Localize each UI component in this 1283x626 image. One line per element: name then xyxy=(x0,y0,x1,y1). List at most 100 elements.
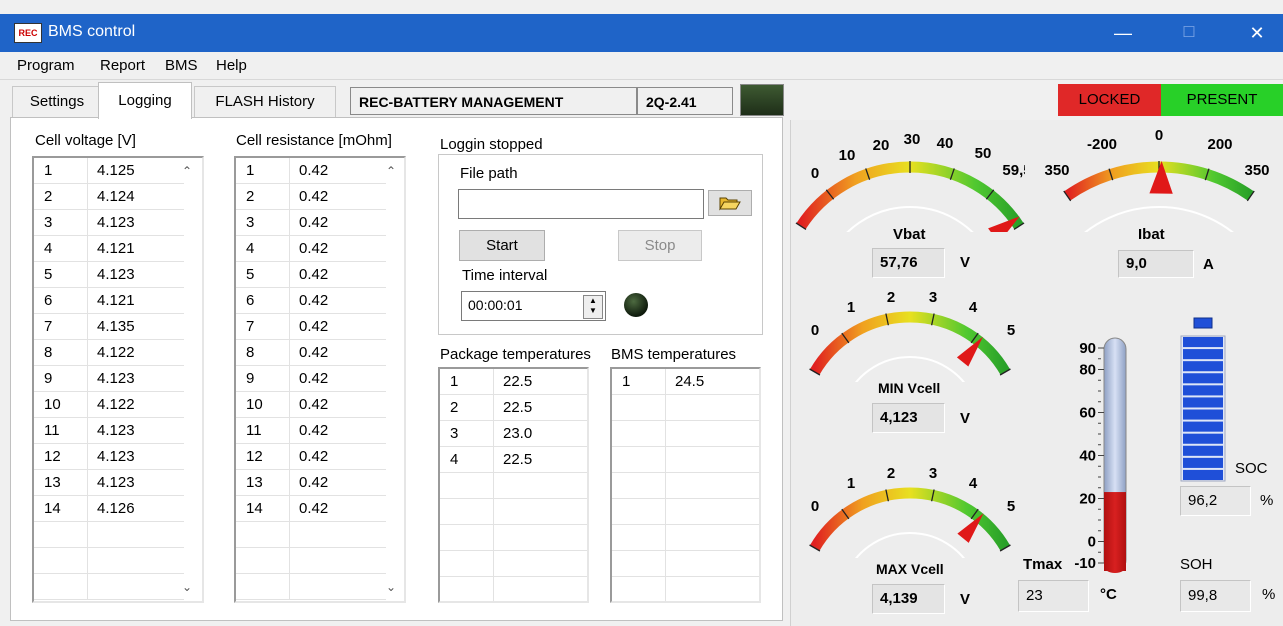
min-vcell-label: MIN Vcell xyxy=(878,380,941,396)
table-row[interactable]: 2 22.5 xyxy=(440,395,587,421)
table-row[interactable]: 3 4.123 xyxy=(34,210,184,236)
table-row[interactable] xyxy=(612,499,759,525)
stop-button[interactable]: Stop xyxy=(618,230,702,261)
table-row[interactable]: 8 4.122 xyxy=(34,340,184,366)
table-row[interactable]: 11 0.42 xyxy=(236,418,386,444)
table-row[interactable] xyxy=(612,525,759,551)
menu-help[interactable]: Help xyxy=(216,57,247,74)
table-row[interactable] xyxy=(236,574,386,600)
table-row[interactable]: 12 4.123 xyxy=(34,444,184,470)
ibat-gauge: 350 -200 0 200 350 xyxy=(1044,127,1270,232)
table-row[interactable] xyxy=(440,577,587,601)
row-value xyxy=(666,551,759,577)
gauge-tick-label: 50 xyxy=(975,145,992,162)
time-interval-input[interactable]: 00:00:01 ▲ ▼ xyxy=(461,291,606,321)
cell-voltage-table[interactable]: 1 4.125 2 4.124 3 4.123 4 4.121 5 4.123 6 4.121 7 4.1… xyxy=(32,156,204,603)
gauge-tick-label: 5 xyxy=(1007,322,1015,339)
menu-report[interactable]: Report xyxy=(100,57,145,74)
table-row[interactable]: 10 0.42 xyxy=(236,392,386,418)
bms-temperatures-table[interactable]: 1 24.5 xyxy=(610,367,761,603)
tab-settings[interactable]: Settings xyxy=(12,86,102,117)
gauge-tick-label: 5 xyxy=(1007,498,1015,515)
file-path-input[interactable] xyxy=(458,189,704,219)
ibat-unit: A xyxy=(1203,256,1214,273)
table-row[interactable]: 7 4.135 xyxy=(34,314,184,340)
row-index: 7 xyxy=(34,314,88,340)
soc-unit: % xyxy=(1260,492,1274,509)
table-row[interactable]: 1 0.42 xyxy=(236,158,386,184)
tab-flash-history[interactable]: FLASH History xyxy=(194,86,336,117)
table-row[interactable] xyxy=(440,525,587,551)
maximize-button[interactable]: ☐ xyxy=(1166,14,1212,52)
spin-stepper[interactable]: ▲ ▼ xyxy=(583,295,603,319)
table-row[interactable]: 1 24.5 xyxy=(612,369,759,395)
row-value xyxy=(88,574,184,600)
menu-bms[interactable]: BMS xyxy=(165,57,198,74)
row-value: 0.42 xyxy=(299,266,329,283)
table-row[interactable]: 1 4.125 xyxy=(34,158,184,184)
table-row[interactable]: 9 4.123 xyxy=(34,366,184,392)
row-value: 0.42 xyxy=(299,162,329,179)
table-row[interactable] xyxy=(612,551,759,577)
table-row[interactable] xyxy=(612,577,759,601)
row-index xyxy=(612,447,666,473)
table-row[interactable]: 3 23.0 xyxy=(440,421,587,447)
table-row[interactable]: 6 0.42 xyxy=(236,288,386,314)
table-row[interactable]: 13 0.42 xyxy=(236,470,386,496)
time-interval-label: Time interval xyxy=(462,267,548,284)
soc-label: SOC xyxy=(1235,460,1268,477)
gauge-tick-label: 200 xyxy=(1207,136,1232,153)
table-row[interactable]: 10 4.122 xyxy=(34,392,184,418)
tab-logging[interactable]: Logging xyxy=(98,82,192,119)
table-row[interactable]: 11 4.123 xyxy=(34,418,184,444)
table-row[interactable]: 13 4.123 xyxy=(34,470,184,496)
table-row[interactable] xyxy=(612,421,759,447)
table-row[interactable]: 1 22.5 xyxy=(440,369,587,395)
table-row[interactable]: 2 0.42 xyxy=(236,184,386,210)
minimize-button[interactable]: — xyxy=(1100,14,1146,52)
menu-program[interactable]: Program xyxy=(17,57,75,74)
scroll-up-icon[interactable]: ⌃ xyxy=(182,164,192,178)
close-button[interactable]: ✕ xyxy=(1234,14,1280,52)
cell-resistance-table[interactable]: 1 0.42 2 0.42 3 0.42 4 0.42 5 0.42 6 0.42 7 0.42 8 0.42… xyxy=(234,156,406,603)
row-value xyxy=(494,577,587,601)
row-value xyxy=(666,395,759,421)
row-value xyxy=(494,499,587,525)
table-row[interactable] xyxy=(34,548,184,574)
browse-folder-button[interactable] xyxy=(708,190,752,216)
table-row[interactable] xyxy=(236,548,386,574)
table-row[interactable]: 5 4.123 xyxy=(34,262,184,288)
table-row[interactable]: 7 0.42 xyxy=(236,314,386,340)
table-row[interactable] xyxy=(440,551,587,577)
scroll-down-icon[interactable]: ⌄ xyxy=(386,580,396,594)
table-row[interactable] xyxy=(440,473,587,499)
present-indicator: PRESENT xyxy=(1161,84,1283,116)
table-row[interactable] xyxy=(440,499,587,525)
table-row[interactable]: 4 22.5 xyxy=(440,447,587,473)
table-row[interactable]: 14 4.126 xyxy=(34,496,184,522)
table-row[interactable]: 4 4.121 xyxy=(34,236,184,262)
table-row[interactable]: 9 0.42 xyxy=(236,366,386,392)
table-row[interactable] xyxy=(236,522,386,548)
start-button[interactable]: Start xyxy=(459,230,545,261)
table-row[interactable]: 4 0.42 xyxy=(236,236,386,262)
table-row[interactable]: 2 4.124 xyxy=(34,184,184,210)
table-row[interactable]: 5 0.42 xyxy=(236,262,386,288)
gauge-tick-label: 4 xyxy=(969,475,978,492)
package-temperatures-table[interactable]: 1 22.5 2 22.5 3 23.0 4 22.5 xyxy=(438,367,589,603)
table-row[interactable] xyxy=(34,522,184,548)
scroll-down-icon[interactable]: ⌄ xyxy=(182,580,192,594)
row-index xyxy=(440,577,494,601)
table-row[interactable] xyxy=(612,473,759,499)
table-row[interactable] xyxy=(34,574,184,600)
row-value: 23.0 xyxy=(503,425,533,442)
table-row[interactable]: 6 4.121 xyxy=(34,288,184,314)
table-row[interactable]: 12 0.42 xyxy=(236,444,386,470)
table-row[interactable]: 8 0.42 xyxy=(236,340,386,366)
table-row[interactable]: 3 0.42 xyxy=(236,210,386,236)
table-row[interactable]: 14 0.42 xyxy=(236,496,386,522)
scroll-up-icon[interactable]: ⌃ xyxy=(386,164,396,178)
table-row[interactable] xyxy=(612,395,759,421)
gauge-tick-label: 30 xyxy=(904,131,921,148)
table-row[interactable] xyxy=(612,447,759,473)
